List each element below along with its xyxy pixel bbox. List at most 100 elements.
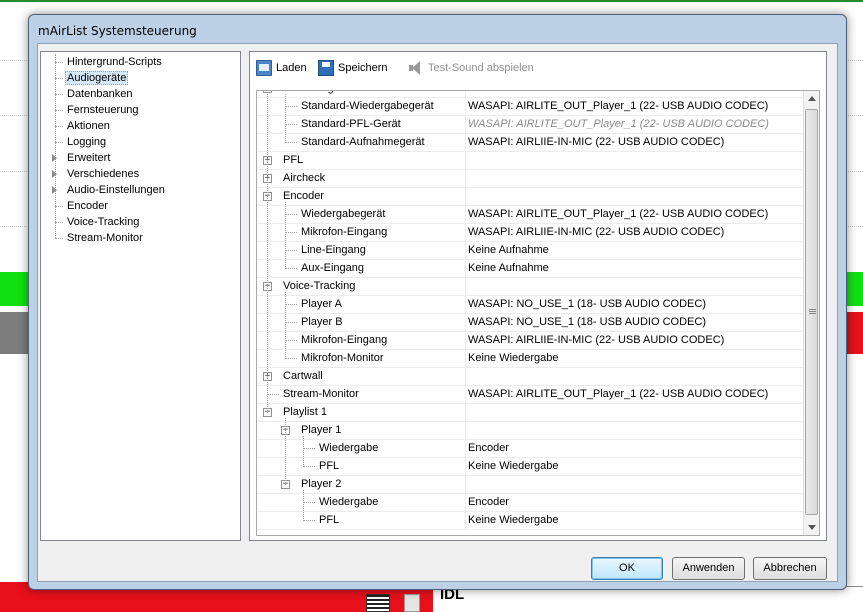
window-title: mAirList Systemsteuerung	[38, 24, 197, 38]
sidebar-item-label: Logging	[67, 136, 107, 148]
tree-connector	[303, 436, 304, 467]
device-row[interactable]: − Encoder	[257, 188, 803, 206]
device-label: Player A	[301, 298, 342, 310]
sidebar-item[interactable]: Verschiedenes	[65, 166, 141, 182]
device-value[interactable]: WASAPI: AIRLITE_OUT_Player_1 (22- USB AU…	[465, 386, 768, 403]
device-row[interactable]: − Voice-Tracking	[257, 278, 803, 296]
sidebar-item[interactable]: Fernsteuerung	[65, 102, 141, 118]
sidebar-item-label: Stream-Monitor	[67, 232, 143, 244]
tree-connector	[55, 142, 63, 143]
device-value[interactable]: Keine Aufnahme	[465, 242, 549, 259]
scroll-up-arrow-icon[interactable]	[808, 96, 816, 101]
device-row[interactable]: Stream-Monitor WASAPI: AIRLITE_OUT_Player…	[257, 386, 803, 404]
background-player-bar-gray	[0, 312, 28, 354]
sidebar-item[interactable]: Logging	[65, 134, 108, 150]
sidebar-item-label: Audio-Einstellungen	[67, 184, 165, 196]
sidebar-item[interactable]: Stream-Monitor	[65, 230, 145, 246]
cancel-button[interactable]: Abbrechen	[753, 557, 827, 580]
device-row[interactable]: + Cartwall	[257, 368, 803, 386]
dialog-client-area: Hintergrund-Scripts Audiogeräte Datenbanke…	[37, 43, 838, 582]
device-row[interactable]: Mikrofon-Eingang WASAPI: AIRLIIE-IN-MIC (…	[257, 332, 803, 350]
device-value[interactable]: Keine Wiedergabe	[465, 350, 559, 367]
device-row[interactable]: Standard-Aufnahmegerät WASAPI: AIRLIIE-IN…	[257, 134, 803, 152]
sidebar-item[interactable]: Voice-Tracking	[65, 214, 141, 230]
sidebar-item-label: Erweitert	[67, 152, 111, 164]
sidebar-item[interactable]: Audio-Einstellungen	[65, 182, 167, 198]
audio-device-tree: PFL Keine Wiedergabe Wiedergabe Encoder − Pla…	[256, 90, 820, 536]
device-row[interactable]: − Playlist 1	[257, 404, 803, 422]
device-row[interactable]: −Standardgeräte	[257, 91, 803, 98]
sidebar-item[interactable]: Erweitert	[65, 150, 112, 166]
device-row[interactable]: Wiedergabe Encoder	[257, 494, 803, 512]
device-label: Mikrofon-Monitor	[301, 352, 384, 364]
device-row[interactable]: Mikrofon-Eingang WASAPI: AIRLIIE-IN-MIC (…	[257, 224, 803, 242]
device-label: Cartwall	[283, 370, 323, 382]
device-label: Standard-Wiedergabegerät	[301, 100, 434, 112]
scrollbar-thumb[interactable]	[805, 109, 818, 515]
titlebar[interactable]: mAirList Systemsteuerung	[29, 15, 846, 45]
device-value-empty	[465, 188, 468, 205]
tree-connector	[303, 502, 315, 503]
tree-connector	[55, 110, 63, 111]
device-value[interactable]: WASAPI: AIRLITE_OUT_Player_1 (22- USB AU…	[465, 206, 768, 223]
device-row[interactable]: Aux-Eingang Keine Aufnahme	[257, 260, 803, 278]
device-row[interactable]: + Aircheck	[257, 170, 803, 188]
sidebar-item[interactable]: Hintergrund-Scripts	[65, 54, 164, 70]
device-value[interactable]: Keine Wiedergabe	[465, 458, 559, 475]
device-label: PFL	[319, 460, 340, 472]
panel-toolbar: Laden Speichern Test-Sound abspielen	[254, 56, 822, 80]
device-label: Playlist 1	[283, 406, 328, 418]
apply-button[interactable]: Anwenden	[672, 557, 745, 580]
device-row[interactable]: Wiedergabe Encoder	[257, 440, 803, 458]
device-value[interactable]: WASAPI: NO_USE_1 (18- USB AUDIO CODEC)	[465, 296, 706, 313]
device-row[interactable]: Player B WASAPI: NO_USE_1 (18- USB AUDIO …	[257, 314, 803, 332]
ok-button[interactable]: OK	[591, 557, 663, 580]
tree-connector	[267, 91, 268, 413]
device-value[interactable]: WASAPI: AIRLIIE-IN-MIC (22- USB AUDIO CO…	[465, 332, 724, 349]
device-label: Standardgeräte	[283, 91, 359, 97]
tree-connector	[303, 466, 315, 467]
device-row[interactable]: Standard-Wiedergabegerät WASAPI: AIRLITE_…	[257, 98, 803, 116]
device-value[interactable]: WASAPI: AIRLITE_OUT_Player_1 (22- USB AU…	[465, 116, 769, 133]
device-row[interactable]: Line-Eingang Keine Aufnahme	[257, 242, 803, 260]
sidebar-item[interactable]: Aktionen	[65, 118, 112, 134]
tree-connector	[285, 232, 297, 233]
device-value[interactable]: Keine Wiedergabe	[465, 512, 559, 529]
device-row[interactable]: − Player 1	[257, 422, 803, 440]
device-row[interactable]: Mikrofon-Monitor Keine Wiedergabe	[257, 350, 803, 368]
tree-connector	[55, 222, 63, 223]
scrollbar-grip-icon	[809, 309, 816, 315]
device-row[interactable]: PFL Keine Wiedergabe	[257, 458, 803, 476]
device-value[interactable]: Encoder	[465, 494, 509, 511]
sidebar-item-label: Hintergrund-Scripts	[67, 56, 162, 68]
test-sound-button[interactable]: Test-Sound abspielen	[408, 58, 534, 78]
device-row[interactable]: PFL Keine Wiedergabe	[257, 512, 803, 530]
tree-connector	[285, 124, 297, 125]
device-value[interactable]: Encoder	[465, 440, 509, 457]
device-value[interactable]: WASAPI: AIRLIIE-IN-MIC (22- USB AUDIO CO…	[465, 134, 724, 151]
sidebar-item[interactable]: Audiogeräte	[65, 70, 129, 86]
device-row[interactable]: − Player 2	[257, 476, 803, 494]
tree-connector	[303, 490, 304, 521]
device-value[interactable]: WASAPI: AIRLIIE-IN-MIC (22- USB AUDIO CO…	[465, 224, 724, 241]
device-row[interactable]: Player A WASAPI: NO_USE_1 (18- USB AUDIO …	[257, 296, 803, 314]
device-value[interactable]: Keine Aufnahme	[465, 260, 549, 277]
device-value-empty	[465, 422, 468, 439]
device-label: Wiedergabegerät	[301, 208, 386, 220]
device-row[interactable]: + PFL	[257, 152, 803, 170]
background-player-bar-green	[0, 272, 28, 306]
device-value[interactable]: WASAPI: AIRLITE_OUT_Player_1 (22- USB AU…	[465, 98, 768, 115]
tree-connector	[55, 78, 63, 79]
scroll-down-arrow-icon[interactable]	[808, 525, 816, 530]
sidebar-item-label: Aktionen	[67, 120, 110, 132]
device-value-empty	[465, 404, 468, 421]
sidebar-item[interactable]: Datenbanken	[65, 86, 134, 102]
load-button[interactable]: Laden	[256, 58, 307, 78]
sidebar-item[interactable]: Encoder	[65, 198, 110, 214]
device-value[interactable]: WASAPI: NO_USE_1 (18- USB AUDIO CODEC)	[465, 314, 706, 331]
sidebar-item-label: Datenbanken	[67, 88, 133, 100]
device-row[interactable]: Wiedergabegerät WASAPI: AIRLITE_OUT_Playe…	[257, 206, 803, 224]
device-row[interactable]: Standard-PFL-Gerät WASAPI: AIRLITE_OUT_Pl…	[257, 116, 803, 134]
save-button[interactable]: Speichern	[318, 58, 388, 78]
vertical-scrollbar[interactable]	[803, 91, 819, 535]
